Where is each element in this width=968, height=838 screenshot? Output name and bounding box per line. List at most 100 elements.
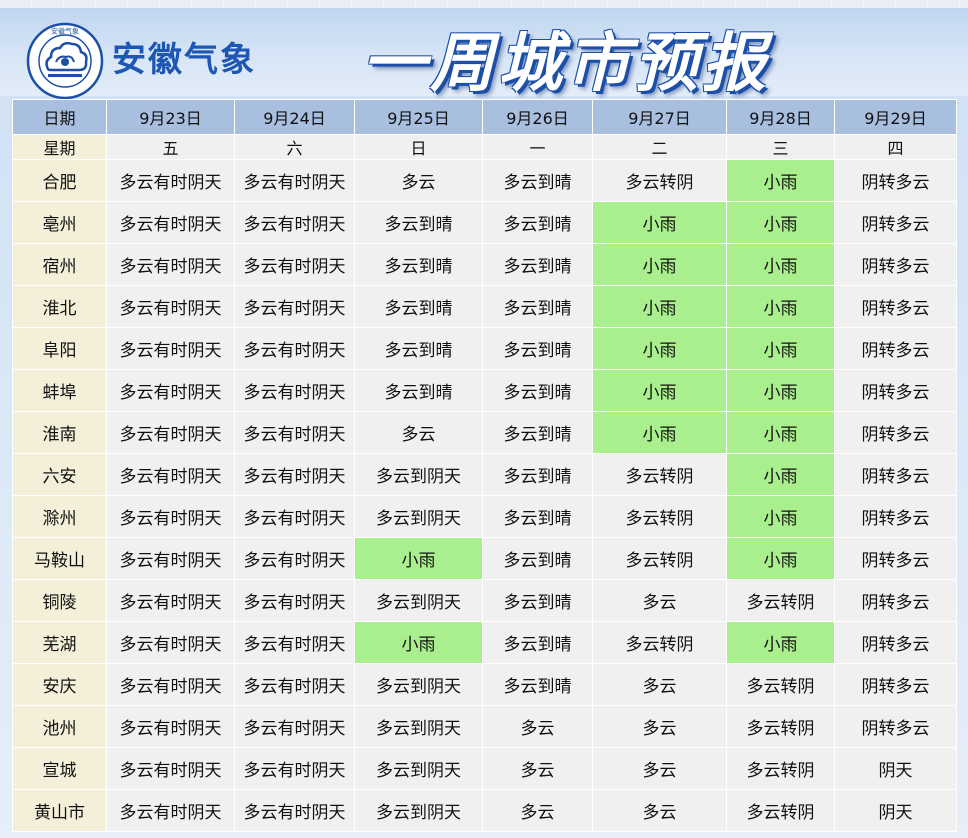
forecast-cell: 多云有时阴天 (106, 663, 235, 706)
forecast-cell: 多云有时阴天 (106, 705, 235, 748)
city-row: 合肥 多云有时阴天 多云有时阴天 多云 多云到晴 多云转阴 小雨 阴转多云 (12, 159, 957, 202)
forecast-cell: 多云转阴 (592, 537, 727, 580)
forecast-cell: 多云转阴 (726, 747, 835, 790)
forecast-cell: 阴转多云 (834, 201, 957, 244)
city-row: 安庆 多云有时阴天 多云有时阴天 多云到阴天 多云到晴 多云 多云转阴 阴转多云 (12, 663, 957, 706)
forecast-cell: 小雨 (592, 243, 727, 286)
forecast-cell: 多云有时阴天 (106, 495, 235, 538)
forecast-cell: 阴转多云 (834, 243, 957, 286)
forecast-cell: 多云转阴 (592, 159, 727, 202)
meteorological-bureau-logo-icon: 安徽气象 (26, 22, 104, 100)
forecast-cell: 多云 (592, 579, 727, 622)
forecast-cell: 多云有时阴天 (106, 789, 235, 832)
forecast-cell: 小雨 (592, 285, 727, 328)
forecast-cell: 小雨 (726, 243, 835, 286)
forecast-cell: 阴转多云 (834, 663, 957, 706)
forecast-cell: 多云有时阴天 (234, 621, 355, 664)
date-cell: 9月28日 (726, 99, 835, 135)
forecast-cell: 多云转阴 (726, 579, 835, 622)
forecast-cell: 多云到晴 (482, 453, 593, 496)
forecast-cell: 多云有时阴天 (106, 369, 235, 412)
forecast-cell: 多云到晴 (482, 663, 593, 706)
weekday-cell: 日 (354, 134, 483, 160)
spreadsheet-gridlines (0, 0, 968, 8)
forecast-cell: 多云转阴 (726, 705, 835, 748)
date-cell: 9月23日 (106, 99, 235, 135)
forecast-cell: 多云 (592, 789, 727, 832)
forecast-cell: 阴转多云 (834, 621, 957, 664)
date-cell: 9月27日 (592, 99, 727, 135)
page-title: 一周城市预报 (362, 27, 770, 101)
weekday-label: 星期 (12, 134, 107, 160)
forecast-cell: 多云有时阴天 (106, 201, 235, 244)
city-row: 宿州 多云有时阴天 多云有时阴天 多云到晴 多云到晴 小雨 小雨 阴转多云 (12, 243, 957, 286)
forecast-cell: 多云到阴天 (354, 579, 483, 622)
forecast-cell: 小雨 (354, 537, 483, 580)
city-name: 淮北 (12, 285, 107, 328)
forecast-cell: 小雨 (726, 285, 835, 328)
forecast-cell: 多云到晴 (482, 159, 593, 202)
forecast-cell: 多云到晴 (482, 327, 593, 370)
org-name: 安徽气象 (112, 40, 256, 80)
forecast-cell: 多云到阴天 (354, 495, 483, 538)
forecast-cell: 多云 (592, 747, 727, 790)
forecast-cell: 多云有时阴天 (234, 789, 355, 832)
forecast-cell: 多云到晴 (482, 201, 593, 244)
city-name: 阜阳 (12, 327, 107, 370)
forecast-cell: 多云 (592, 705, 727, 748)
weekday-cell: 一 (482, 134, 593, 160)
forecast-cell: 多云有时阴天 (106, 747, 235, 790)
date-cell: 9月24日 (234, 99, 355, 135)
forecast-cell: 多云有时阴天 (106, 285, 235, 328)
forecast-cell: 阴转多云 (834, 411, 957, 454)
forecast-cell: 阴转多云 (834, 369, 957, 412)
forecast-cell: 多云转阴 (726, 663, 835, 706)
forecast-cell: 小雨 (726, 453, 835, 496)
forecast-cell: 小雨 (726, 327, 835, 370)
forecast-cell: 多云有时阴天 (234, 663, 355, 706)
forecast-cell: 多云有时阴天 (106, 579, 235, 622)
forecast-cell: 多云到晴 (482, 369, 593, 412)
forecast-cell: 小雨 (726, 621, 835, 664)
forecast-cell: 多云到晴 (482, 495, 593, 538)
forecast-cell: 小雨 (354, 621, 483, 664)
forecast-cell: 阴天 (834, 789, 957, 832)
forecast-cell: 多云到晴 (482, 537, 593, 580)
city-name: 合肥 (12, 159, 107, 202)
city-name: 宿州 (12, 243, 107, 286)
weekday-cell: 六 (234, 134, 355, 160)
forecast-cell: 多云有时阴天 (234, 537, 355, 580)
forecast-cell: 多云转阴 (592, 621, 727, 664)
city-name: 亳州 (12, 201, 107, 244)
forecast-cell: 小雨 (726, 159, 835, 202)
forecast-cell: 小雨 (726, 495, 835, 538)
forecast-cell: 阴转多云 (834, 705, 957, 748)
city-row: 芜湖 多云有时阴天 多云有时阴天 小雨 多云到晴 多云转阴 小雨 阴转多云 (12, 621, 957, 664)
forecast-cell: 小雨 (592, 327, 727, 370)
forecast-cell: 阴转多云 (834, 327, 957, 370)
forecast-cell: 多云转阴 (726, 789, 835, 832)
forecast-cell: 多云到阴天 (354, 789, 483, 832)
city-row: 阜阳 多云有时阴天 多云有时阴天 多云到晴 多云到晴 小雨 小雨 阴转多云 (12, 327, 957, 370)
logo-top-text: 安徽气象 (51, 27, 79, 36)
date-label: 日期 (12, 99, 107, 135)
forecast-cell: 多云到阴天 (354, 663, 483, 706)
weekday-cell: 五 (106, 134, 235, 160)
forecast-cell: 多云有时阴天 (106, 621, 235, 664)
forecast-cell: 小雨 (726, 369, 835, 412)
forecast-cell: 多云有时阴天 (234, 369, 355, 412)
forecast-cell: 多云有时阴天 (234, 495, 355, 538)
city-row: 滁州 多云有时阴天 多云有时阴天 多云到阴天 多云到晴 多云转阴 小雨 阴转多云 (12, 495, 957, 538)
forecast-cell: 多云 (592, 663, 727, 706)
forecast-cell: 多云 (482, 705, 593, 748)
date-header-row: 日期 9月23日 9月24日 9月25日 9月26日 9月27日 9月28日 9… (12, 99, 957, 135)
forecast-cell: 阴转多云 (834, 579, 957, 622)
date-cell: 9月26日 (482, 99, 593, 135)
weekly-forecast-table: 日期 9月23日 9月24日 9月25日 9月26日 9月27日 9月28日 9… (12, 99, 957, 832)
city-name: 安庆 (12, 663, 107, 706)
weekday-cell: 四 (834, 134, 957, 160)
forecast-cell: 小雨 (726, 537, 835, 580)
weekday-cell: 三 (726, 134, 835, 160)
city-row: 铜陵 多云有时阴天 多云有时阴天 多云到阴天 多云到晴 多云 多云转阴 阴转多云 (12, 579, 957, 622)
weekday-row: 星期 五 六 日 一 二 三 四 (12, 134, 957, 160)
